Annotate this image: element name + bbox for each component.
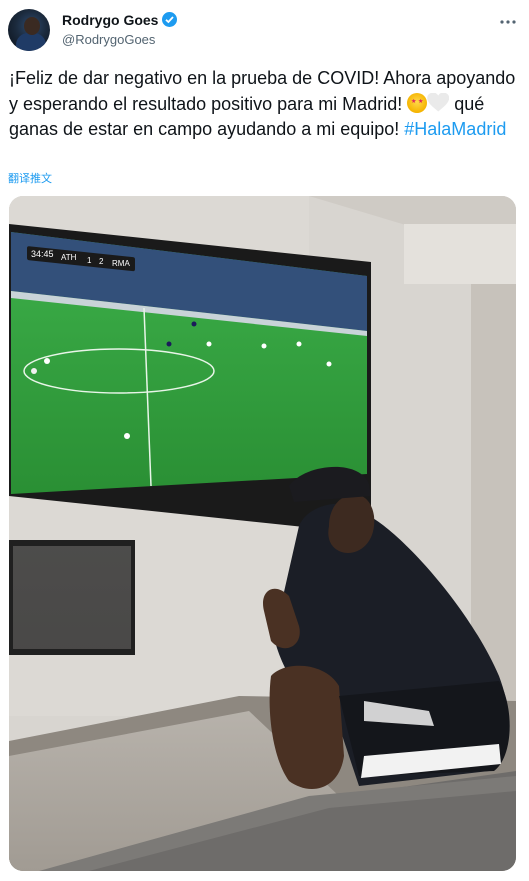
hashtag-link[interactable]: #HalaMadrid bbox=[404, 119, 506, 139]
tweet-photo[interactable]: 34:45 ATH 1 2 RMA bbox=[9, 196, 516, 871]
user-handle[interactable]: @RodrygoGoes bbox=[62, 32, 155, 47]
verified-badge-icon bbox=[162, 12, 178, 27]
tv-screen bbox=[11, 232, 367, 494]
scoreboard-away-team: RMA bbox=[112, 259, 130, 268]
display-name-text[interactable]: Rodrygo Goes bbox=[62, 12, 158, 28]
scoreboard-home-team: ATH bbox=[61, 253, 77, 262]
star-struck-emoji-icon bbox=[407, 92, 428, 113]
scoreboard-time: 34:45 bbox=[31, 249, 54, 259]
white-heart-emoji-icon bbox=[427, 93, 449, 113]
more-options-icon[interactable] bbox=[499, 12, 517, 28]
display-name[interactable]: Rodrygo Goes bbox=[62, 12, 178, 28]
translate-tweet-link[interactable]: 翻译推文 bbox=[8, 170, 52, 186]
avatar[interactable] bbox=[8, 9, 50, 51]
photo-scene: 34:45 ATH 1 2 RMA bbox=[9, 196, 516, 871]
scoreboard-away-score: 2 bbox=[99, 257, 104, 266]
tweet-text: ¡Feliz de dar negativo en la prueba de C… bbox=[9, 66, 521, 143]
scoreboard-home-score: 1 bbox=[87, 256, 92, 265]
